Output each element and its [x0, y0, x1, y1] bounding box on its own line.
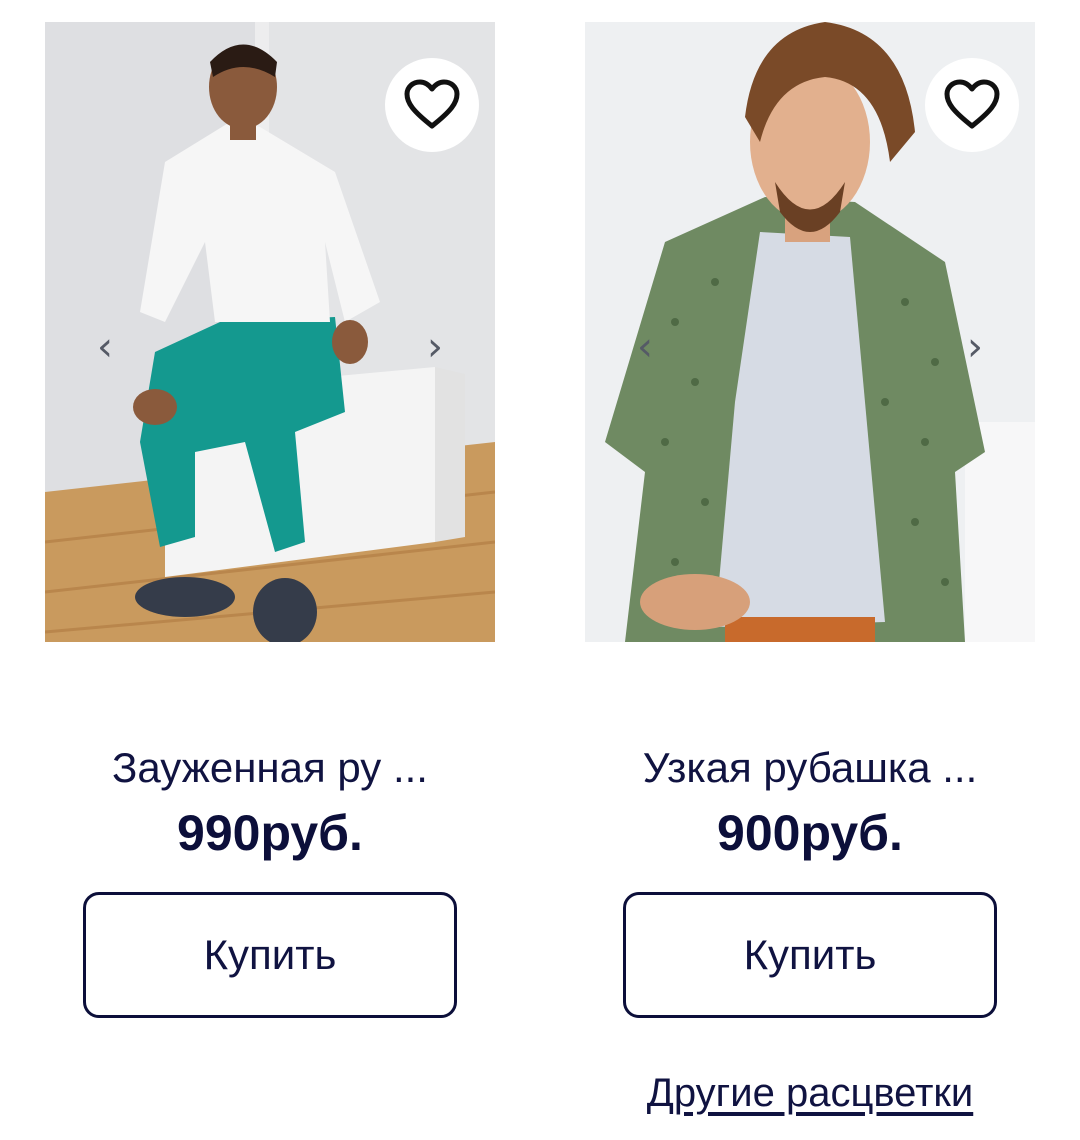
product-card: ‹ › Узкая рубашка ... 900руб. Купить Дру… [585, 0, 1035, 1140]
product-price: 990руб. [177, 805, 363, 861]
product-image[interactable]: ‹ › [45, 22, 495, 642]
product-price: 900руб. [717, 805, 903, 861]
next-image-arrow-icon[interactable]: › [415, 322, 455, 372]
next-image-arrow-icon[interactable]: › [955, 322, 995, 372]
favorite-button[interactable] [925, 58, 1019, 152]
product-card: ‹ › Зауженная ру ... 990руб. Купить [45, 0, 495, 1140]
heart-outline-icon [944, 79, 1000, 129]
favorite-button[interactable] [385, 58, 479, 152]
heart-outline-icon [404, 79, 460, 129]
previous-image-arrow-icon[interactable]: ‹ [85, 322, 125, 372]
product-title[interactable]: Узкая рубашка ... [585, 738, 1035, 798]
product-image[interactable]: ‹ › [585, 22, 1035, 642]
buy-button[interactable]: Купить [83, 892, 457, 1018]
product-title[interactable]: Зауженная ру ... [45, 738, 495, 798]
other-colors-link[interactable]: Другие расцветки [585, 1066, 1035, 1120]
buy-button[interactable]: Купить [623, 892, 997, 1018]
previous-image-arrow-icon[interactable]: ‹ [625, 322, 665, 372]
